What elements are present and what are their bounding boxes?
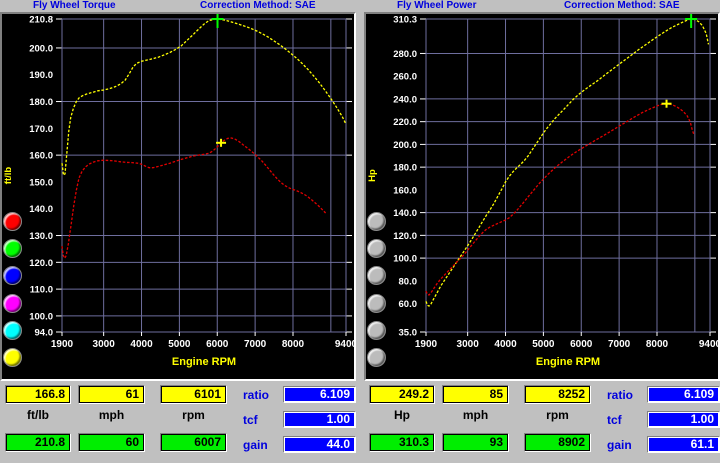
power-ratio-label: ratio xyxy=(607,388,633,402)
x-tick-label: 3000 xyxy=(93,339,116,350)
torque-titlebar: Fly Wheel Torque Correction Method: SAE xyxy=(0,0,356,12)
y-tick-label: 150.0 xyxy=(29,177,53,188)
y-tick-label: 200.0 xyxy=(29,43,53,54)
power-panel: Fly Wheel Power Correction Method: SAE 3… xyxy=(364,0,720,463)
torque-ratio-label: ratio xyxy=(243,388,269,402)
x-tick-label: 9400 xyxy=(699,339,718,350)
y-tick-label: 200.0 xyxy=(393,140,417,151)
x-tick-label: 7000 xyxy=(608,339,631,350)
y-tick-label: 110.0 xyxy=(30,285,53,296)
torque-chart-area[interactable]: 210.8 200.0 190.0 180.0 170.0 160.0 150.0 140.0… xyxy=(0,12,356,381)
torque-rpm-unit-label: rpm xyxy=(160,408,227,422)
power-tcf-label: tcf xyxy=(607,413,622,427)
y-tick-label: 130.0 xyxy=(29,231,53,242)
torque-cursor2-speed-box: 60 xyxy=(78,433,145,452)
y-tick-label: 190.0 xyxy=(29,70,53,81)
y-tick-label: 35.0 xyxy=(399,328,418,339)
y-tick-label: 180.0 xyxy=(393,163,417,174)
y-tick-label: 260.0 xyxy=(393,72,417,83)
torque-unit-label: ft/lb xyxy=(5,408,71,422)
torque-cursor1-rpm-box: 6101 xyxy=(160,385,227,404)
torque-chart-svg[interactable]: 210.8 200.0 190.0 180.0 170.0 160.0 150.0 140.0… xyxy=(2,14,354,379)
torque-correction-method: Correction Method: SAE xyxy=(200,0,316,12)
power-chart-title: Fly Wheel Power xyxy=(397,0,476,12)
torque-cursor2-rpm-box: 6007 xyxy=(160,433,227,452)
power-cursor1-value-box: 249.2 xyxy=(369,385,435,404)
torque-cursor2-value-box: 210.8 xyxy=(5,433,71,452)
y-tick-label: 140.0 xyxy=(29,204,53,215)
y-tick-label: 120.0 xyxy=(29,258,53,269)
x-tick-label: 1900 xyxy=(51,339,74,350)
torque-speed-unit-label: mph xyxy=(78,408,145,422)
torque-curve-reference-run xyxy=(62,138,326,258)
y-tick-label: 120.0 xyxy=(393,231,417,242)
power-cursor2-speed-box: 93 xyxy=(442,433,509,452)
power-cursor2-value-box: 310.3 xyxy=(369,433,435,452)
y-axis-title: ft/lb xyxy=(3,167,14,185)
x-tick-label: 4000 xyxy=(130,339,153,350)
x-tick-label: 6000 xyxy=(206,339,229,350)
torque-tcf-value-box[interactable]: 1.00 xyxy=(283,411,356,428)
y-tick-label: 240.0 xyxy=(393,94,417,105)
power-readout-panel: 249.2 85 8252 Hp mph rpm 310.3 93 8902 r… xyxy=(364,383,720,463)
power-speed-unit-label: mph xyxy=(442,408,509,422)
y-tick-label: 310.3 xyxy=(393,15,417,26)
torque-cursor1-value-box: 166.8 xyxy=(5,385,71,404)
power-cursor2-rpm-box: 8902 xyxy=(524,433,591,452)
y-tick-label: 280.0 xyxy=(393,49,417,60)
power-cursor1-speed-box: 85 xyxy=(442,385,509,404)
power-unit-label: Hp xyxy=(369,408,435,422)
y-tick-label: 170.0 xyxy=(29,124,53,135)
y-tick-label: 220.0 xyxy=(393,117,417,128)
power-gain-label: gain xyxy=(607,438,632,452)
power-chart-svg[interactable]: 310.3 280.0 260.0 240.0 220.0 200.0 180.0 160.0… xyxy=(366,14,718,379)
x-tick-label: 5000 xyxy=(532,339,555,350)
x-axis-title: Engine RPM xyxy=(172,356,236,368)
torque-tcf-label: tcf xyxy=(243,413,258,427)
torque-chart-title: Fly Wheel Torque xyxy=(33,0,116,12)
y-tick-label: 60.0 xyxy=(399,299,418,310)
torque-curve-main-run xyxy=(62,19,346,175)
power-curve-main-run xyxy=(426,19,709,306)
x-axis-title: Engine RPM xyxy=(536,356,600,368)
y-tick-label: 140.0 xyxy=(393,208,417,219)
y-axis-title: Hp xyxy=(367,169,378,182)
x-tick-label: 5000 xyxy=(168,339,191,350)
power-correction-method: Correction Method: SAE xyxy=(564,0,680,12)
dyno-window: Fly Wheel Torque Correction Method: SAE … xyxy=(0,0,720,463)
x-tick-label: 9400 xyxy=(335,339,354,350)
y-tick-label: 160.0 xyxy=(29,151,53,162)
y-tick-label: 80.0 xyxy=(399,276,418,287)
x-tick-label: 6000 xyxy=(570,339,593,350)
power-ratio-value-box[interactable]: 6.109 xyxy=(647,386,720,403)
x-tick-label: 3000 xyxy=(457,339,480,350)
y-tick-label: 100.0 xyxy=(29,311,53,322)
torque-gain-label: gain xyxy=(243,438,268,452)
torque-green-cursor[interactable] xyxy=(212,14,224,28)
torque-gain-value-box[interactable]: 44.0 xyxy=(283,436,356,453)
power-cursor1-rpm-box: 8252 xyxy=(524,385,591,404)
torque-ratio-value-box[interactable]: 6.109 xyxy=(283,386,356,403)
x-tick-label: 7000 xyxy=(244,339,267,350)
torque-cursor1-speed-box: 61 xyxy=(78,385,145,404)
x-tick-label: 1900 xyxy=(415,339,438,350)
power-titlebar: Fly Wheel Power Correction Method: SAE xyxy=(364,0,720,12)
y-tick-label: 100.0 xyxy=(393,254,417,265)
power-curve-reference-run xyxy=(426,104,694,295)
power-gain-value-box[interactable]: 61.1 xyxy=(647,436,720,453)
power-yellow-cursor[interactable] xyxy=(662,100,672,108)
power-tcf-value-box[interactable]: 1.00 xyxy=(647,411,720,428)
power-chart-area[interactable]: 310.3 280.0 260.0 240.0 220.0 200.0 180.0 160.0… xyxy=(364,12,720,381)
x-tick-label: 8000 xyxy=(282,339,305,350)
x-tick-label: 8000 xyxy=(646,339,669,350)
torque-readout-panel: 166.8 61 6101 ft/lb mph rpm 210.8 60 600… xyxy=(0,383,356,463)
x-tick-label: 4000 xyxy=(494,339,517,350)
y-tick-label: 160.0 xyxy=(393,185,417,196)
y-tick-label: 210.8 xyxy=(29,15,53,26)
torque-panel: Fly Wheel Torque Correction Method: SAE … xyxy=(0,0,356,463)
y-tick-label: 94.0 xyxy=(35,328,54,339)
y-tick-label: 180.0 xyxy=(29,97,53,108)
power-rpm-unit-label: rpm xyxy=(524,408,591,422)
